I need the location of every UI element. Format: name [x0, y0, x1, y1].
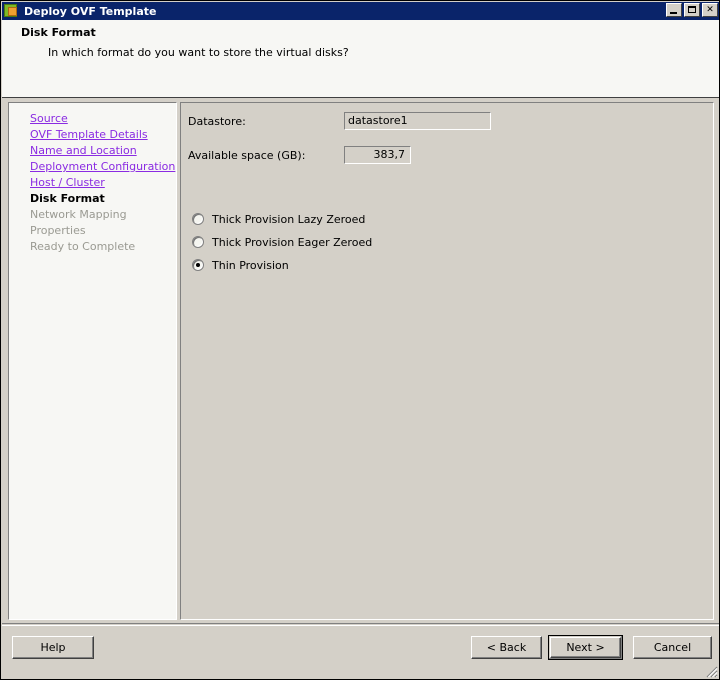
radio-label: Thin Provision: [212, 258, 289, 272]
resize-grip-icon[interactable]: [704, 664, 718, 678]
sidebar-item-disk-format: Disk Format: [30, 192, 105, 205]
radio-label: Thick Provision Lazy Zeroed: [212, 212, 366, 226]
sidebar-item-properties: Properties: [30, 224, 86, 237]
sidebar-item-ready-to-complete: Ready to Complete: [30, 240, 136, 253]
help-button[interactable]: Help: [12, 636, 94, 659]
maximize-button[interactable]: [684, 3, 700, 17]
available-space-value: 383,7: [344, 146, 411, 164]
disk-format-content-panel: Datastore: datastore1 Available space (G…: [180, 102, 714, 620]
sidebar-item-deployment-configuration[interactable]: Deployment Configuration: [30, 159, 175, 175]
sidebar-item-host-cluster[interactable]: Host / Cluster: [30, 175, 175, 191]
close-button[interactable]: ✕: [702, 3, 718, 17]
radio-icon-selected: [192, 259, 204, 271]
wizard-step-panel: Source OVF Template Details Name and Loc…: [8, 102, 177, 620]
minimize-button[interactable]: [666, 3, 682, 17]
dialog-footer: Help < Back Next > Cancel: [2, 623, 719, 679]
dialog-header: Disk Format In which format do you want …: [2, 20, 719, 98]
sidebar-item-source[interactable]: Source: [30, 111, 175, 127]
wizard-step-list: Source OVF Template Details Name and Loc…: [30, 111, 175, 255]
radio-thin-provision[interactable]: Thin Provision: [192, 257, 289, 273]
radio-icon: [192, 213, 204, 225]
dialog-body: Source OVF Template Details Name and Loc…: [2, 99, 719, 623]
close-icon: ✕: [706, 4, 714, 15]
window-title: Deploy OVF Template: [24, 4, 157, 18]
sidebar-item-network-mapping: Network Mapping: [30, 208, 127, 221]
radio-thick-provision-eager-zeroed[interactable]: Thick Provision Eager Zeroed: [192, 234, 372, 250]
back-button[interactable]: < Back: [471, 636, 542, 659]
cancel-button[interactable]: Cancel: [633, 636, 712, 659]
next-button[interactable]: Next >: [548, 635, 623, 660]
sidebar-item-name-and-location[interactable]: Name and Location: [30, 143, 175, 159]
sidebar-item-ovf-template-details[interactable]: OVF Template Details: [30, 127, 175, 143]
ovf-template-icon: [4, 3, 20, 19]
page-title: Disk Format: [21, 26, 96, 39]
deploy-ovf-template-dialog: Deploy OVF Template ✕ Disk Format In whi…: [0, 0, 720, 680]
title-bar[interactable]: Deploy OVF Template ✕: [2, 2, 719, 20]
window-controls: ✕: [666, 3, 718, 17]
page-subtitle: In which format do you want to store the…: [48, 46, 349, 59]
datastore-label: Datastore:: [188, 115, 246, 128]
available-space-label: Available space (GB):: [188, 149, 306, 162]
radio-thick-provision-lazy-zeroed[interactable]: Thick Provision Lazy Zeroed: [192, 211, 365, 227]
radio-icon: [192, 236, 204, 248]
datastore-value: datastore1: [344, 112, 491, 130]
radio-label: Thick Provision Eager Zeroed: [212, 235, 373, 249]
